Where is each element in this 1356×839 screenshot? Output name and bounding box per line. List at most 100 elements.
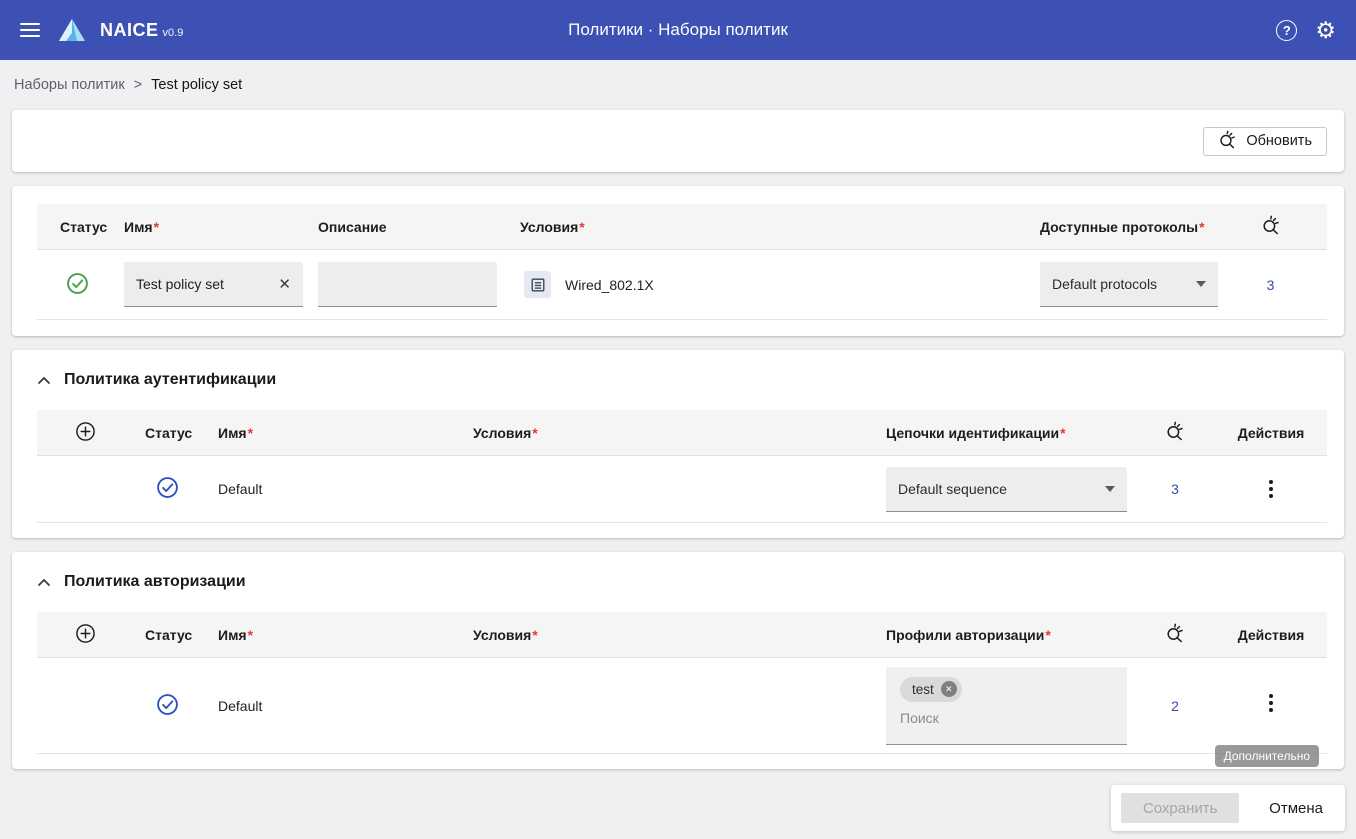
col-name: Имя* <box>210 425 465 441</box>
help-button[interactable]: ? <box>1272 16 1301 45</box>
protocols-select[interactable]: Default protocols <box>1040 262 1218 307</box>
authentication-section-header: Политика аутентификации <box>37 350 1327 410</box>
col-conditions: Условия* <box>520 219 1040 235</box>
col-status: Статус <box>133 425 210 441</box>
required-mark: * <box>154 219 159 235</box>
authorization-section-title: Политика авторизации <box>64 573 246 591</box>
status-cell <box>133 476 210 502</box>
hit-counter-icon <box>1165 421 1185 444</box>
chip-remove-icon[interactable]: ✕ <box>941 681 957 697</box>
actions-tooltip: Дополнительно <box>1215 745 1319 767</box>
breadcrumb-parent[interactable]: Наборы политик <box>14 77 125 93</box>
profiles-search-placeholder[interactable]: Поиск <box>900 710 1115 726</box>
status-cell <box>133 693 210 719</box>
hits-count-link[interactable]: 3 <box>1267 277 1275 293</box>
authentication-rule-row: Default Default sequence 3 <box>37 456 1327 523</box>
authentication-section-title: Политика аутентификации <box>64 371 276 389</box>
settings-button[interactable]: ⚙ <box>1311 15 1340 46</box>
col-conditions: Условия* <box>465 627 878 643</box>
chevron-down-icon <box>1105 486 1115 492</box>
protocols-select-value: Default protocols <box>1052 276 1157 292</box>
profiles-chip-field[interactable]: test ✕ Поиск <box>886 667 1127 745</box>
hit-counter-icon <box>1218 130 1237 153</box>
actions-cell: Дополнительно <box>1215 693 1327 719</box>
cancel-button[interactable]: Отмена <box>1261 796 1331 821</box>
refresh-button[interactable]: Обновить <box>1203 127 1327 156</box>
page-title: Политики · Наборы политик <box>568 20 788 40</box>
profile-chip-label: test <box>912 682 934 697</box>
required-mark: * <box>1199 219 1204 235</box>
breadcrumb-current: Test policy set <box>151 77 242 93</box>
col-conditions: Условия* <box>465 425 878 441</box>
hits-cell: 3 <box>1135 481 1215 497</box>
policy-set-card: Статус Имя* Описание Условия* Доступные … <box>12 186 1344 336</box>
status-ok-icon <box>156 476 179 502</box>
save-button[interactable]: Сохранить <box>1121 793 1239 823</box>
brand-text: NAICE v0.9 <box>100 20 183 41</box>
gear-icon: ⚙ <box>1315 19 1336 42</box>
condition-editor-icon[interactable] <box>524 271 551 298</box>
policy-set-description-input[interactable] <box>330 276 489 292</box>
condition-value[interactable]: Wired_802.1X <box>565 277 654 293</box>
col-hits <box>1135 421 1215 444</box>
authorization-profiles-cell: test ✕ Поиск <box>878 667 1135 745</box>
col-identity-chains: Цепочки идентификации* <box>878 425 1135 441</box>
required-mark: * <box>532 425 537 441</box>
col-authorization-profiles: Профили авторизации* <box>878 627 1135 643</box>
breadcrumb: Наборы политик > Test policy set <box>0 60 1356 110</box>
authentication-policy-card: Политика аутентификации Статус Имя* Усло… <box>12 350 1344 538</box>
protocols-cell: Default protocols <box>1040 262 1240 307</box>
menu-button[interactable] <box>16 15 44 45</box>
collapse-chevron-icon[interactable] <box>37 375 51 385</box>
hamburger-icon <box>20 19 40 41</box>
hit-counter-icon <box>1261 215 1281 238</box>
policy-set-name-input[interactable] <box>136 276 274 292</box>
help-icon: ? <box>1276 20 1297 41</box>
page: NAICE v0.9 Политики · Наборы политик ? ⚙… <box>0 0 1356 839</box>
hits-cell: 2 <box>1135 698 1215 714</box>
profile-chip: test ✕ <box>900 677 962 702</box>
policy-set-name-field[interactable]: ✕ <box>124 262 303 307</box>
add-circle-icon <box>75 421 96 445</box>
app-name: NAICE <box>100 20 159 41</box>
authorization-table: Статус Имя* Условия* Профили авторизации… <box>37 612 1327 754</box>
col-status: Статус <box>133 627 210 643</box>
description-cell <box>318 262 520 307</box>
chevron-down-icon <box>1196 281 1206 287</box>
status-cell <box>37 272 124 298</box>
policy-set-table: Статус Имя* Описание Условия* Доступные … <box>37 204 1327 320</box>
authentication-table: Статус Имя* Условия* Цепочки идентификац… <box>37 410 1327 523</box>
actions-cell <box>1215 473 1327 505</box>
col-actions: Действия <box>1215 425 1327 441</box>
policy-set-row: ✕ <box>37 250 1327 320</box>
col-hits <box>1240 215 1327 238</box>
add-rule-button[interactable] <box>37 623 133 647</box>
toolbar-card: Обновить <box>12 110 1344 172</box>
col-hits <box>1135 623 1215 646</box>
more-actions-icon[interactable] <box>1261 687 1281 719</box>
hits-count-link[interactable]: 2 <box>1171 698 1179 714</box>
required-mark: * <box>579 219 584 235</box>
rule-name: Default <box>210 698 465 714</box>
clear-name-icon[interactable]: ✕ <box>274 273 295 295</box>
hits-count-link[interactable]: 3 <box>1171 481 1179 497</box>
more-actions-icon[interactable] <box>1261 473 1281 505</box>
hit-counter-icon <box>1165 623 1185 646</box>
required-mark: * <box>248 627 253 643</box>
identity-chain-cell: Default sequence <box>878 467 1135 512</box>
authorization-section-header: Политика авторизации <box>37 552 1327 612</box>
topbar-left: NAICE v0.9 <box>16 15 183 45</box>
identity-sequence-select[interactable]: Default sequence <box>886 467 1127 512</box>
status-ok-icon <box>66 272 89 298</box>
refresh-button-label: Обновить <box>1246 133 1312 149</box>
breadcrumb-separator: > <box>134 77 142 93</box>
topbar: NAICE v0.9 Политики · Наборы политик ? ⚙ <box>0 0 1356 60</box>
conditions-cell: Wired_802.1X <box>520 271 1040 298</box>
authorization-rule-row: Default test ✕ Поиск 2 <box>37 658 1327 754</box>
policy-set-description-field[interactable] <box>318 262 497 307</box>
add-rule-button[interactable] <box>37 421 133 445</box>
collapse-chevron-icon[interactable] <box>37 577 51 587</box>
name-cell: ✕ <box>124 262 318 307</box>
col-actions: Действия <box>1215 627 1327 643</box>
required-mark: * <box>532 627 537 643</box>
